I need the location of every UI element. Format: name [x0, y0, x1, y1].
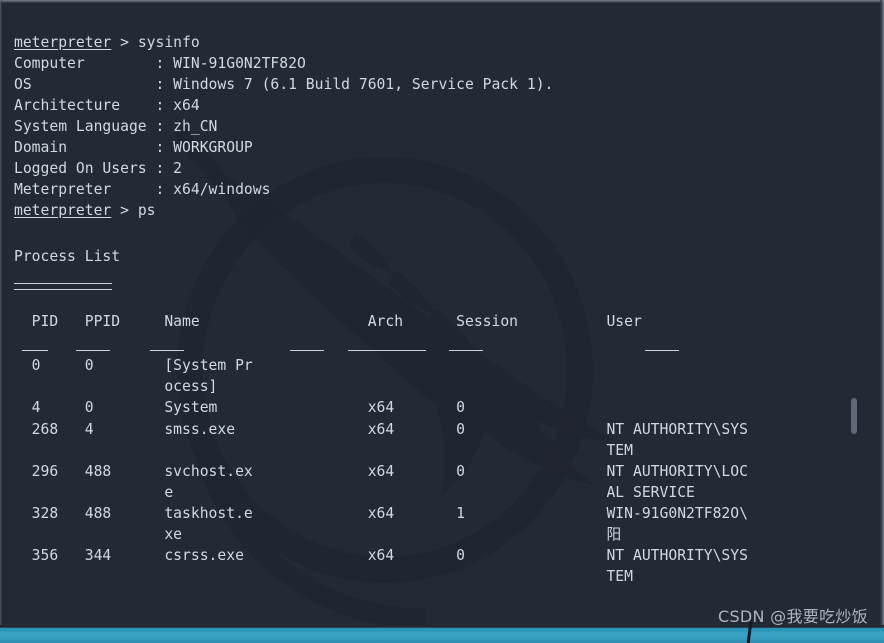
column-rule-user [449, 350, 483, 351]
table-row: 328 488 taskhost.e x64 1 WIN-91G0N2TF82O… [31, 505, 748, 522]
process-list-title-rule [14, 283, 112, 290]
sysinfo-label: Meterpreter : x64/windows [14, 181, 271, 198]
sysinfo-label: Domain : WORKGROUP [14, 139, 253, 156]
table-row: e AL SERVICE [14, 484, 695, 501]
column-rule-ppid [76, 350, 110, 351]
column-rule-pid [22, 350, 48, 351]
table-row: 0 0 [System Pr [14, 357, 253, 374]
sysinfo-row-system-language: System Language : zh_CN [14, 116, 217, 137]
column-rule-path [645, 350, 679, 351]
sysinfo-label: Computer : WIN-91G0N2TF82O [14, 55, 306, 72]
terminal-body[interactable]: meterpreter > sysinfo Computer : WIN-91G… [0, 0, 884, 625]
prompt-line-ps: meterpreter > ps [14, 200, 156, 221]
table-row: TEM 32\csrss.exe [606, 568, 633, 585]
process-table-header: PID PPID Name Arch Session User Path [14, 313, 884, 330]
sysinfo-label: Logged On Users : 2 [14, 160, 183, 177]
sysinfo-row-os: OS : Windows 7 (6.1 Build 7601, Service … [14, 74, 553, 95]
table-row: 356 344 csrss.exe x64 0 NT AUTHORITY\SYS… [31, 547, 748, 564]
sysinfo-row-logged-on-users: Logged On Users : 2 [14, 158, 182, 179]
prompt-arrow: > [111, 202, 138, 219]
sysinfo-row-computer: Computer : WIN-91G0N2TF82O [14, 53, 306, 74]
table-row: 4 0 System x64 0 [14, 399, 465, 416]
prompt-line-sysinfo: meterpreter > sysinfo [14, 32, 200, 53]
column-rule-arch [290, 350, 324, 351]
scrollbar-thumb[interactable] [851, 398, 857, 434]
command-ps: ps [137, 202, 156, 219]
sysinfo-row-domain: Domain : WORKGROUP [14, 137, 253, 158]
terminal-window: meterpreter > sysinfo Computer : WIN-91G… [0, 0, 884, 643]
table-row: ocess] [14, 378, 218, 395]
table-row: TEM m32\smss.exe [606, 442, 633, 459]
sysinfo-row-meterpreter: Meterpreter : x64/windows [14, 179, 270, 200]
sysinfo-label: OS : Windows 7 (6.1 Build 7601, Service … [14, 76, 554, 93]
sysinfo-label: System Language : zh_CN [14, 118, 218, 135]
csdn-watermark: CSDN @我要吃炒饭 [717, 607, 868, 625]
command-sysinfo: sysinfo [137, 34, 200, 51]
column-rule-name [150, 350, 184, 351]
window-right-border [880, 0, 884, 625]
shell-name: meterpreter [14, 34, 112, 51]
sysinfo-label: Architecture : x64 [14, 97, 200, 114]
column-rule-session [348, 350, 426, 351]
process-list-title: Process List [14, 248, 121, 265]
table-row: 268 4 smss.exe x64 0 NT AUTHORITY\SYS \S… [31, 421, 748, 438]
table-row: 296 488 svchost.ex x64 0 NT AUTHORITY\LO… [14, 463, 748, 480]
terminal-text: meterpreter > sysinfo Computer : WIN-91G… [0, 0, 884, 625]
sysinfo-row-architecture: Architecture : x64 [14, 95, 200, 116]
terminal-scrollbar[interactable] [851, 4, 871, 624]
shell-name: meterpreter [14, 202, 112, 219]
prompt-arrow: > [111, 34, 138, 51]
table-row: xe 阳 32\taskhost.exe [164, 526, 622, 543]
